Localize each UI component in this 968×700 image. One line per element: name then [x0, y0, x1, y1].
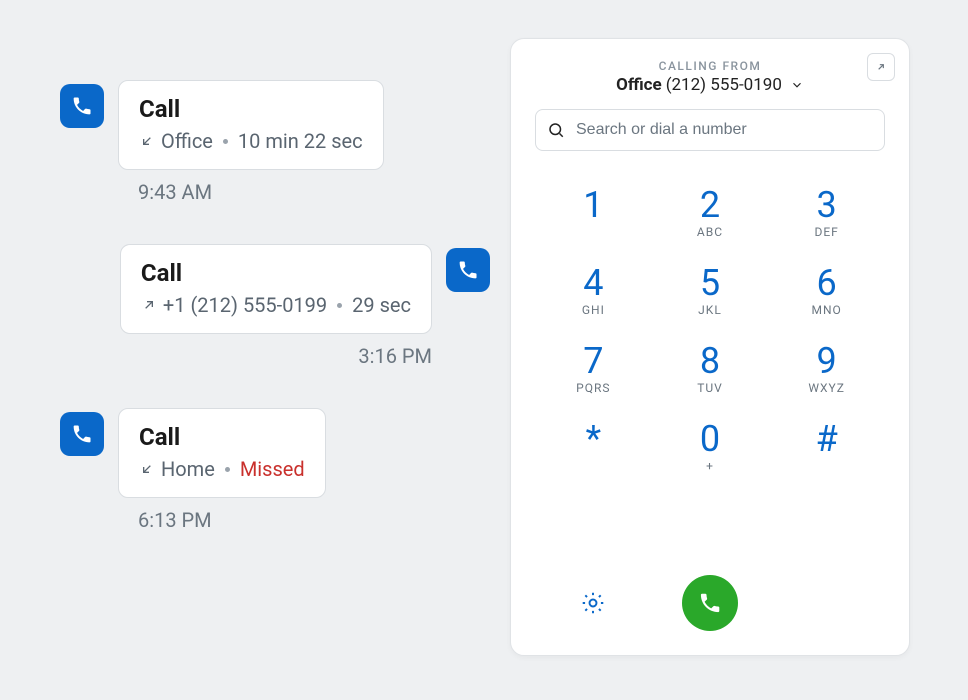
keypad-4[interactable]: 4GHI: [553, 265, 633, 317]
separator-dot: [223, 139, 228, 144]
call-missed-label: Missed: [240, 457, 305, 481]
incoming-arrow-icon: [139, 133, 155, 149]
keypad: 1 2ABC 3DEF 4GHI 5JKL 6MNO 7PQRS 8TUV 9W…: [535, 187, 885, 473]
call-card[interactable]: Call +1 (212) 555-0199 29 sec: [120, 244, 432, 334]
settings-button[interactable]: [580, 590, 606, 616]
keypad-6[interactable]: 6MNO: [787, 265, 867, 317]
keypad-3[interactable]: 3DEF: [787, 187, 867, 239]
call-source: Home: [161, 457, 215, 481]
call-time: 3:16 PM: [60, 344, 432, 368]
calling-from-number: (212) 555-0190: [666, 75, 782, 95]
call-source: Office: [161, 129, 213, 153]
phone-icon: [446, 248, 490, 292]
call-entry: Call Home Missed 6:13 PM: [60, 408, 490, 532]
call-time: 9:43 AM: [138, 180, 490, 204]
call-card[interactable]: Call Office 10 min 22 sec: [118, 80, 384, 170]
phone-icon: [60, 412, 104, 456]
dial-button[interactable]: [682, 575, 738, 631]
keypad-star[interactable]: *: [553, 421, 633, 473]
calling-from-selector[interactable]: Office (212) 555-0190: [535, 75, 885, 95]
call-title: Call: [141, 259, 411, 287]
keypad-5[interactable]: 5JKL: [670, 265, 750, 317]
call-entry: Call Office 10 min 22 sec 9:43 AM: [60, 80, 490, 204]
chevron-down-icon: [790, 78, 804, 92]
call-title: Call: [139, 423, 305, 451]
calling-from-label: CALLING FROM: [535, 59, 885, 73]
search-input[interactable]: [535, 109, 885, 151]
dialer-panel: CALLING FROM Office (212) 555-0190 1 2AB…: [510, 38, 910, 656]
keypad-7[interactable]: 7PQRS: [553, 343, 633, 395]
separator-dot: [225, 467, 230, 472]
search-field: [535, 109, 885, 151]
keypad-8[interactable]: 8TUV: [670, 343, 750, 395]
calling-from-name: Office: [616, 75, 662, 95]
search-icon: [547, 121, 565, 139]
call-card[interactable]: Call Home Missed: [118, 408, 326, 498]
keypad-hash[interactable]: #: [787, 421, 867, 473]
keypad-9[interactable]: 9WXYZ: [787, 343, 867, 395]
keypad-2[interactable]: 2ABC: [670, 187, 750, 239]
call-duration: 29 sec: [352, 293, 411, 317]
call-log: Call Office 10 min 22 sec 9:43 AM Call: [60, 80, 490, 572]
call-entry: Call +1 (212) 555-0199 29 sec 3:16 PM: [60, 244, 490, 368]
call-time: 6:13 PM: [138, 508, 490, 532]
outgoing-arrow-icon: [141, 297, 157, 313]
call-duration: 10 min 22 sec: [238, 129, 363, 153]
keypad-1[interactable]: 1: [553, 187, 633, 239]
separator-dot: [337, 303, 342, 308]
phone-icon: [60, 84, 104, 128]
popout-button[interactable]: [867, 53, 895, 81]
incoming-arrow-icon: [139, 461, 155, 477]
call-title: Call: [139, 95, 363, 123]
keypad-0[interactable]: 0+: [670, 421, 750, 473]
call-number: +1 (212) 555-0199: [163, 293, 327, 317]
